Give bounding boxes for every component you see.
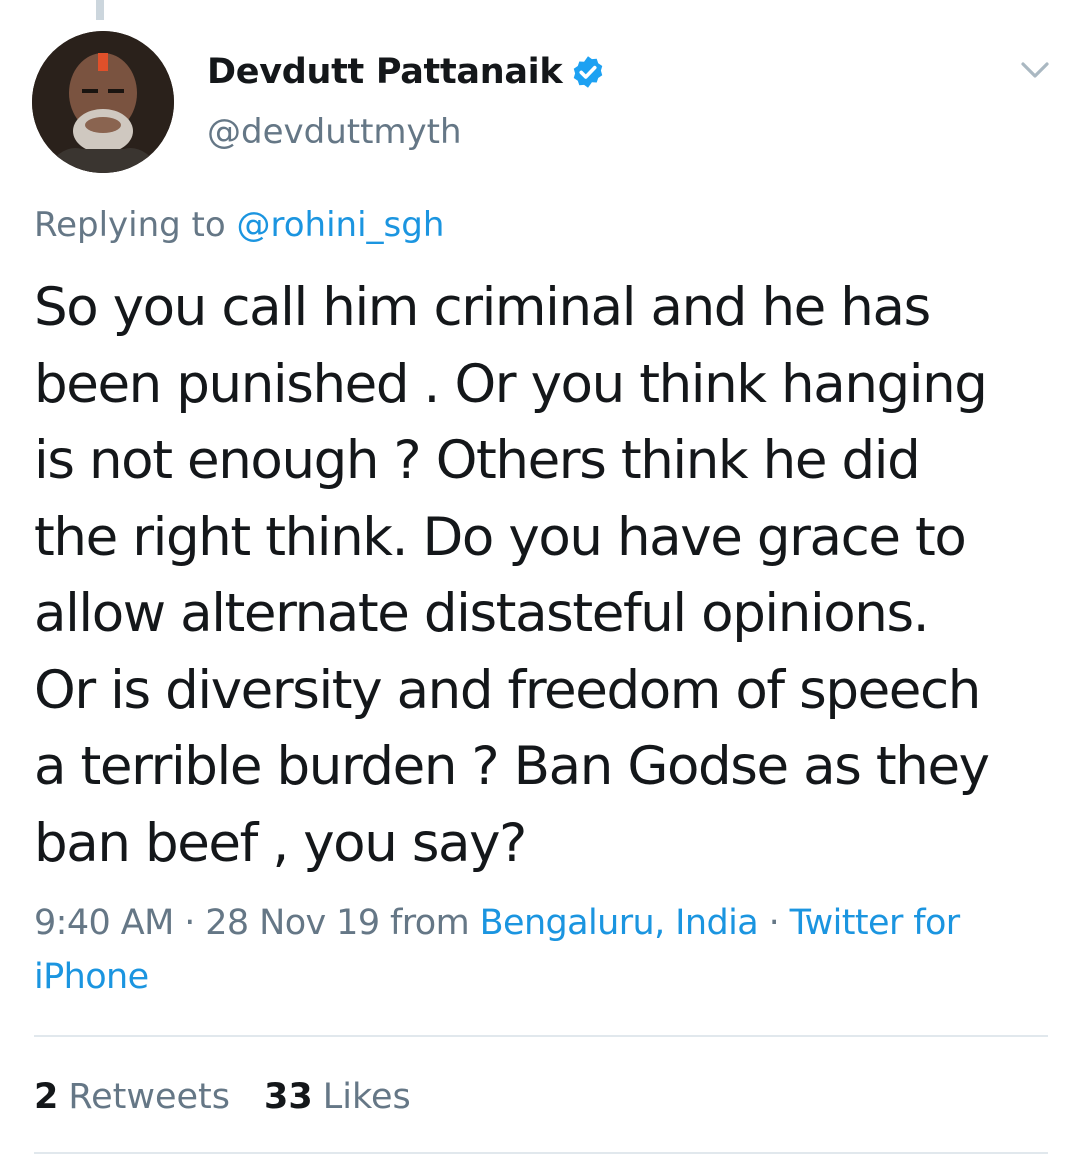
author-display-name[interactable]: Devdutt Pattanaik — [207, 52, 563, 92]
tweet-text-line: allow alternate distasteful opinions. — [34, 583, 930, 644]
replying-to-label: Replying to — [34, 205, 226, 245]
tweet-text-line: Or is diversity and freedom of speech — [34, 659, 981, 721]
meta-separator: · — [184, 903, 195, 943]
tweet-text-line: a terrible burden ? Ban Godse as they — [34, 736, 990, 797]
tweet-text-line: the right think. Do you have grace to — [34, 506, 967, 568]
tweet-location-link[interactable]: Bengaluru, India — [480, 903, 759, 943]
tweet-date[interactable]: 28 Nov 19 — [205, 903, 380, 943]
author-handle[interactable]: @devduttmyth — [207, 112, 462, 152]
tweet-text: So you call him criminal and he has been… — [34, 270, 1054, 882]
likes-stat[interactable]: 33 Likes — [264, 1077, 411, 1117]
tweet-text-line: So you call him criminal and he has — [34, 277, 931, 338]
tweet-source-link[interactable]: Twitter for — [790, 903, 961, 943]
tweet-metadata: 9:40 AM · 28 Nov 19 from Bengaluru, Indi… — [34, 896, 1064, 1004]
profile-photo — [32, 31, 174, 173]
verified-badge-icon — [574, 56, 603, 88]
tweet-text-line: been punished . Or you think hanging — [34, 353, 988, 415]
from-label: from — [390, 903, 470, 943]
tweet-text-line: is not enough ? Others think he did — [34, 430, 921, 491]
tweet-source-link-continued[interactable]: iPhone — [34, 957, 149, 997]
meta-separator: · — [768, 903, 780, 943]
likes-count: 33 — [264, 1077, 313, 1117]
chevron-down-icon[interactable] — [1018, 56, 1052, 84]
divider — [34, 1035, 1048, 1037]
replying-to-line: Replying to @rohini_sgh — [34, 205, 444, 245]
author-name-row[interactable]: Devdutt Pattanaik — [207, 46, 606, 98]
retweets-stat[interactable]: 2 Retweets — [34, 1077, 230, 1117]
retweets-count: 2 — [34, 1077, 59, 1117]
tweet-text-line: ban beef , you say? — [34, 812, 527, 874]
likes-label: Likes — [322, 1077, 411, 1117]
engagement-stats: 2 Retweets 33 Likes — [34, 1072, 411, 1122]
divider — [34, 1152, 1048, 1154]
retweets-label: Retweets — [68, 1077, 231, 1117]
avatar[interactable] — [32, 31, 174, 173]
thread-connector-line — [96, 0, 104, 20]
tweet-time[interactable]: 9:40 AM — [34, 903, 174, 943]
replying-to-mention[interactable]: @rohini_sgh — [237, 205, 445, 245]
